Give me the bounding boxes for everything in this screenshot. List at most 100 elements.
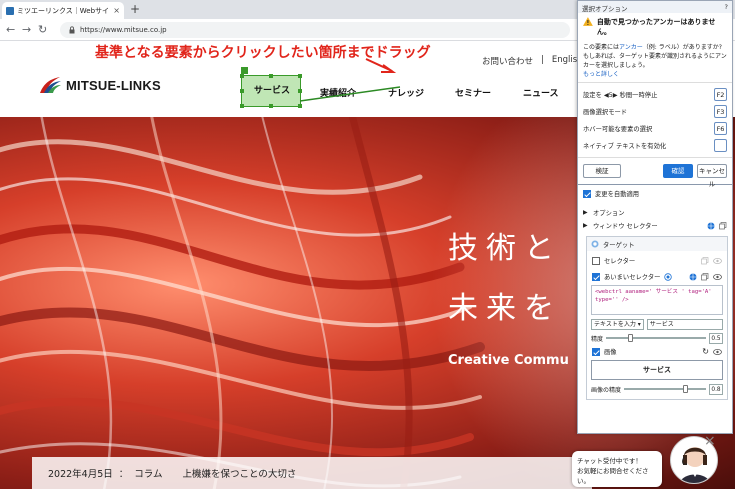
options-label: オプション [593, 210, 625, 217]
eye-icon[interactable] [713, 257, 722, 265]
menu-item-seminar[interactable]: セミナー [455, 86, 491, 99]
shortcut-native-text[interactable]: ネイティブ テキストを有効化 [578, 137, 732, 154]
forward-icon[interactable]: → [22, 22, 31, 37]
text-match-select-value: テキストを入力 [594, 320, 636, 328]
chat-line1: チャット受付中です！ [577, 457, 642, 465]
menu-item-services-label: サービス [253, 86, 290, 96]
fuzzy-target-icon [664, 272, 673, 281]
refresh-icon[interactable]: ↻ [702, 347, 709, 356]
selector-code-line2: type='' /> [595, 297, 629, 303]
back-icon[interactable]: ← [6, 22, 15, 37]
globe-icon[interactable] [689, 273, 697, 281]
news-bar[interactable]: 2022年4月5日 ： コラム 上機嫌を保つことの大切さ [32, 457, 592, 489]
reload-icon[interactable]: ↻ [38, 22, 47, 37]
contact-link[interactable]: お問い合わせ [482, 55, 533, 67]
shortcut-pause[interactable]: 設定を ◀5▶ 秒間一時停止 F2 [578, 86, 732, 103]
top-links-divider: | [541, 55, 544, 65]
menu-item-news[interactable]: ニュース [523, 86, 559, 99]
confirm-button[interactable]: 確認 [663, 164, 693, 178]
help-icon[interactable]: ? [725, 3, 728, 11]
copy-icon[interactable] [701, 256, 709, 265]
warning-box: 自動で見つかったアンカーはありません。 [578, 13, 732, 39]
options-expander[interactable]: ▶ オプション [578, 206, 732, 219]
accuracy-label: 精度 [591, 335, 604, 343]
panel-title-bar: 選択オプション ? [578, 1, 732, 13]
copy-icon[interactable] [719, 221, 727, 230]
top-links: お問い合わせ | English [482, 55, 583, 67]
anchor-link[interactable]: アンカー [619, 44, 643, 51]
eye-icon[interactable] [713, 273, 722, 281]
shortcut-hover-label: ホバー可能な要素の選択 [583, 126, 653, 133]
selector-editor: 変更を自動適用 ▶ オプション ▶ ウィンドウ セレクター ターゲット セレクタ… [578, 184, 732, 400]
action-buttons: 検証 確認 キャンセル [578, 161, 732, 188]
body-text-post: 選択しましょう。 [601, 62, 649, 69]
fuzzy-selector-row[interactable]: あいまいセレクター [587, 270, 727, 283]
shortcut-image-mode[interactable]: 画像選択モード F3 [578, 103, 732, 120]
target-icon [591, 240, 599, 248]
menu-item-knowledge[interactable]: ナレッジ [388, 86, 424, 99]
chat-close-icon[interactable]: × [704, 434, 720, 450]
window-selector-expander[interactable]: ▶ ウィンドウ セレクター [578, 219, 732, 232]
panel-title: 選択オプション [582, 5, 628, 13]
chat-line2: お気軽にお問合せください。 [577, 467, 649, 485]
text-match-select[interactable]: テキストを入力 ▾ [591, 318, 644, 330]
image-accuracy-slider[interactable] [624, 385, 706, 393]
expand-options-icon: ▶ [583, 209, 588, 216]
image-row[interactable]: 画像 ↻ [587, 345, 727, 358]
learn-more-link[interactable]: もっと詳しく [583, 71, 619, 78]
image-accuracy-value[interactable]: 0.8 [709, 383, 723, 395]
shortcut-image-mode-label: 画像選択モード [583, 109, 628, 116]
hero-subheading: Creative Commu [448, 353, 569, 368]
tab-close-icon[interactable]: × [113, 6, 120, 15]
auto-apply-checkbox[interactable] [583, 189, 591, 198]
shortcut-image-mode-key[interactable]: F3 [714, 105, 727, 118]
chat-bubble[interactable]: チャット受付中です！ お気軽にお問合せください。 [572, 451, 662, 487]
copy-icon[interactable] [701, 272, 709, 281]
browser-tab[interactable]: ミツエーリンクス｜Webサイト構築・運 × [2, 2, 124, 19]
image-checkbox[interactable] [592, 347, 600, 356]
menu-item-services-highlighted[interactable]: サービス [240, 74, 302, 108]
accuracy-slider[interactable] [606, 334, 706, 342]
strict-selector-row[interactable]: セレクター [587, 254, 727, 267]
shortcut-pause-key[interactable]: F2 [714, 88, 727, 101]
target-section: ターゲット セレクター あいまいセレクター <webctrl aaname=' … [586, 236, 728, 400]
accuracy-row: 精度 0.5 [587, 331, 727, 345]
menu-item-works[interactable]: 実績紹介 [320, 86, 356, 99]
annotation-text: 基準となる要素からクリックしたい箇所までドラッグ [95, 45, 431, 61]
url-field[interactable]: https://www.mitsue.co.jp [60, 22, 570, 38]
fuzzy-selector-editor[interactable]: <webctrl aaname=' サービス ' tag='A' type=''… [591, 285, 723, 315]
globe-icon[interactable] [707, 222, 715, 230]
text-match-row: テキストを入力 ▾ サービス [587, 317, 727, 331]
favicon-icon [6, 6, 14, 15]
cancel-button[interactable]: キャンセル [697, 164, 727, 188]
fuzzy-selector-checkbox[interactable] [592, 272, 600, 281]
strict-selector-checkbox[interactable] [592, 256, 600, 265]
target-label: ターゲット [603, 241, 635, 249]
logo-mark-icon [40, 77, 61, 93]
url-text: https://www.mitsue.co.jp [80, 26, 167, 34]
window-selector-label: ウィンドウ セレクター [593, 223, 658, 230]
shortcut-native-text-key[interactable] [714, 139, 727, 152]
validate-button[interactable]: 検証 [583, 164, 621, 178]
hero-heading-line1: 技術と [448, 231, 562, 266]
strict-selector-label: セレクター [604, 258, 636, 265]
new-tab-button[interactable]: + [130, 2, 140, 16]
shortcut-hover[interactable]: ホバー可能な要素の選択 F6 [578, 120, 732, 137]
accuracy-slider-knob[interactable] [628, 334, 633, 342]
image-accuracy-row: 画像の精度 0.8 [587, 382, 727, 396]
body-text-pre: この要素には [583, 44, 620, 51]
image-accuracy-slider-knob[interactable] [683, 385, 689, 393]
image-preview[interactable]: サービス [591, 360, 723, 380]
news-title[interactable]: 上機嫌を保つことの大切さ [183, 466, 297, 480]
lock-icon [69, 26, 75, 34]
news-separator: ： [118, 469, 129, 480]
warning-title: 自動で見つかったアンカーはありません。 [596, 18, 716, 36]
shortcut-hover-key[interactable]: F6 [714, 122, 727, 135]
site-logo[interactable]: MITSUE-LINKS [38, 75, 161, 95]
shortcut-native-text-label: ネイティブ テキストを有効化 [583, 143, 667, 150]
text-match-input[interactable]: サービス [646, 318, 723, 330]
auto-apply-label: 変更を自動適用 [595, 191, 640, 198]
accuracy-value[interactable]: 0.5 [709, 332, 723, 344]
eye-icon[interactable] [713, 348, 722, 356]
image-label: 画像 [604, 349, 617, 356]
